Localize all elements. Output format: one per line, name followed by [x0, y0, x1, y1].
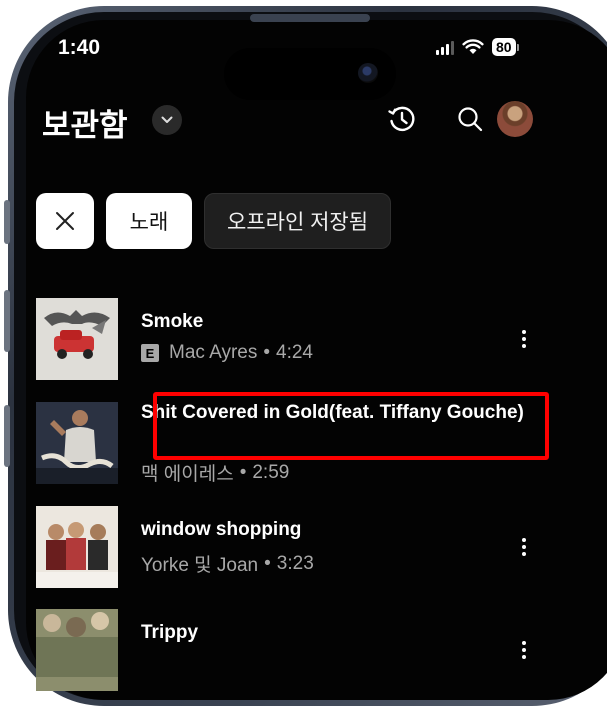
album-art — [36, 506, 118, 588]
song-title: Smoke — [141, 311, 204, 332]
chip-offline-saved[interactable]: 오프라인 저장됨 — [204, 193, 392, 249]
meta-separator: • — [263, 342, 271, 363]
song-duration: 4:24 — [276, 342, 313, 363]
library-menu-button[interactable] — [152, 105, 182, 135]
song-meta: E Mac Ayres • 4:24 — [141, 342, 313, 364]
song-artist: Yorke 및 Joan — [141, 555, 259, 576]
signal-icon — [436, 40, 454, 55]
song-artist: 맥 에이레스 — [141, 464, 234, 485]
song-meta: 맥 에이레스 • 2:59 — [141, 459, 289, 486]
search-icon — [458, 107, 483, 132]
dynamic-island — [224, 48, 396, 100]
filter-chips: 노래 오프라인 저장됨 — [36, 193, 392, 249]
camera-icon — [358, 63, 378, 83]
song-duration: 2:59 — [252, 461, 290, 483]
search-button[interactable] — [453, 102, 487, 136]
song-item[interactable]: Smoke E Mac Ayres • 4:24 — [36, 298, 576, 382]
explicit-badge: E — [141, 344, 159, 362]
speaker-grille — [250, 14, 370, 22]
side-button — [4, 290, 10, 352]
status-icons: 80 — [436, 38, 519, 56]
more-options-button[interactable] — [514, 532, 534, 562]
wifi-icon — [462, 39, 484, 54]
chevron-down-icon — [161, 116, 173, 123]
history-button[interactable] — [385, 102, 419, 136]
library-header: 보관함 — [42, 98, 582, 143]
side-button — [4, 200, 10, 244]
history-icon — [388, 106, 415, 132]
song-item[interactable]: Trippy — [36, 609, 576, 693]
album-art — [36, 609, 118, 691]
song-title: Shit Covered in Gold(feat. Tiffany Gouch… — [141, 402, 524, 423]
song-title: window shopping — [141, 519, 302, 540]
song-artist: Mac Ayres — [169, 342, 258, 363]
song-item[interactable]: Shit Covered in Gold(feat. Tiffany Gouch… — [36, 402, 576, 486]
more-options-button[interactable] — [514, 324, 534, 354]
meta-separator: • — [239, 461, 247, 483]
close-icon — [56, 212, 74, 230]
song-meta: Yorke 및 Joan • 3:23 — [141, 550, 314, 577]
album-art — [36, 402, 118, 484]
song-title: Trippy — [141, 622, 199, 643]
meta-separator: • — [264, 552, 271, 574]
album-art — [36, 298, 118, 380]
more-options-button[interactable] — [514, 635, 534, 665]
battery-icon: 80 — [492, 38, 519, 56]
status-time: 1:40 — [58, 36, 101, 59]
clear-filter-chip[interactable] — [36, 193, 94, 249]
song-item[interactable]: window shopping Yorke 및 Joan • 3:23 — [36, 506, 576, 590]
chip-songs[interactable]: 노래 — [106, 193, 192, 249]
side-button — [4, 405, 10, 467]
song-duration: 3:23 — [276, 552, 314, 574]
battery-level: 80 — [492, 38, 516, 56]
page-title: 보관함 — [42, 108, 128, 143]
avatar[interactable] — [497, 101, 533, 137]
